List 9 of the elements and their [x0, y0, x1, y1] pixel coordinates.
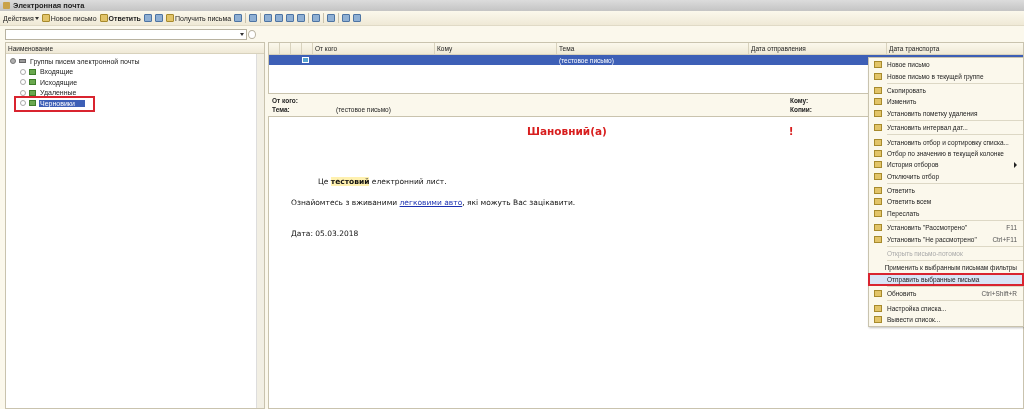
caret-icon — [34, 16, 39, 20]
expander-icon[interactable] — [10, 58, 16, 65]
envelope-icon — [302, 57, 309, 63]
scrollbar[interactable] — [256, 54, 264, 408]
dropdown-icon[interactable] — [240, 33, 244, 36]
app-icon — [3, 2, 10, 9]
search-field[interactable] — [5, 29, 247, 40]
exclamation-text: ! — [788, 125, 794, 137]
greeting-text: Шановний(а) — [527, 125, 607, 137]
